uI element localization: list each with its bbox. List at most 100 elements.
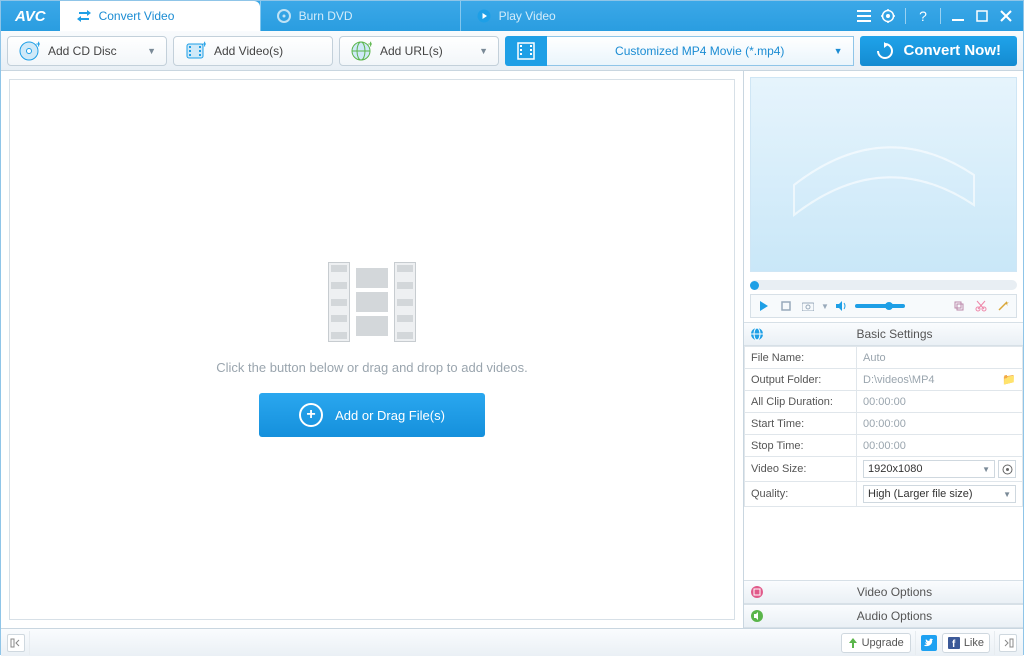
stop-icon[interactable] xyxy=(777,297,795,315)
film-strip-icon xyxy=(784,125,984,225)
chevron-down-icon: ▼ xyxy=(834,46,843,56)
section-title: Video Options xyxy=(772,585,1017,599)
settings-icon[interactable] xyxy=(877,5,899,27)
play-icon xyxy=(477,9,491,23)
drop-hint: Click the button below or drag and drop … xyxy=(216,360,527,375)
convert-icon xyxy=(77,9,91,23)
preview-progress[interactable] xyxy=(750,280,1017,290)
video-size-settings-button[interactable] xyxy=(998,460,1016,478)
audio-options-header[interactable]: Audio Options xyxy=(744,604,1023,628)
quality-cell: High (Larger file size) ▼ xyxy=(857,482,1023,507)
stop-time-label: Stop Time: xyxy=(745,435,857,457)
add-urls-button[interactable]: + Add URL(s) ▼ xyxy=(339,36,499,66)
video-size-select[interactable]: 1920x1080▼ xyxy=(863,460,995,478)
quality-select[interactable]: High (Larger file size) ▼ xyxy=(863,485,1016,503)
refresh-icon xyxy=(876,42,894,60)
volume-icon[interactable] xyxy=(833,297,851,315)
select-value: 1920x1080 xyxy=(868,463,922,475)
output-format-selector[interactable]: Customized MP4 Movie (*.mp4) ▼ xyxy=(505,36,854,66)
preview-area xyxy=(750,77,1017,272)
copy-icon[interactable] xyxy=(950,297,968,315)
film-icon: + xyxy=(184,40,206,62)
add-cd-disc-button[interactable]: + Add CD Disc ▼ xyxy=(7,36,167,66)
button-label: Add Video(s) xyxy=(214,44,283,58)
facebook-icon: f xyxy=(948,637,960,649)
output-folder-path: D:\videos\MP4 xyxy=(863,374,1002,386)
separator xyxy=(915,631,916,655)
tab-label: Burn DVD xyxy=(299,9,353,23)
globe-icon xyxy=(750,327,764,341)
svg-text:+: + xyxy=(202,40,206,49)
preview-toolbar: ▼ xyxy=(750,294,1017,318)
button-label: Upgrade xyxy=(862,637,904,649)
wand-icon[interactable] xyxy=(994,297,1012,315)
folder-icon[interactable]: 📁 xyxy=(1002,373,1016,386)
minimize-icon[interactable] xyxy=(947,5,969,27)
all-clip-duration-label: All Clip Duration: xyxy=(745,391,857,413)
section-title: Audio Options xyxy=(772,609,1017,623)
disc-icon xyxy=(277,9,291,23)
facebook-like-button[interactable]: f Like xyxy=(942,633,990,653)
chevron-down-icon: ▼ xyxy=(1003,490,1011,499)
svg-text:+: + xyxy=(368,40,372,49)
help-icon[interactable]: ? xyxy=(912,5,934,27)
audio-icon xyxy=(750,609,764,623)
main-toolbar: + Add CD Disc ▼ + Add Video(s) + Add URL… xyxy=(1,31,1023,71)
plus-icon: + xyxy=(299,403,323,427)
output-folder-label: Output Folder: xyxy=(745,369,857,391)
output-folder-value[interactable]: D:\videos\MP4📁 xyxy=(857,369,1023,391)
collapse-right-icon[interactable] xyxy=(999,634,1017,652)
video-icon xyxy=(750,585,764,599)
cut-icon[interactable] xyxy=(972,297,990,315)
tab-label: Play Video xyxy=(499,9,556,23)
add-files-button[interactable]: + Add or Drag File(s) xyxy=(259,393,485,437)
progress-knob[interactable] xyxy=(750,281,759,290)
button-label: Like xyxy=(964,637,984,649)
volume-slider[interactable] xyxy=(855,304,905,308)
video-size-label: Video Size: xyxy=(745,457,857,482)
globe-icon: + xyxy=(350,40,372,62)
chevron-down-icon: ▼ xyxy=(147,46,156,56)
file-name-value[interactable]: Auto xyxy=(857,347,1023,369)
menu-icon[interactable] xyxy=(853,5,875,27)
chevron-down-icon: ▼ xyxy=(479,46,488,56)
upgrade-button[interactable]: Upgrade xyxy=(841,633,911,653)
add-videos-button[interactable]: + Add Video(s) xyxy=(173,36,333,66)
main-content: Click the button below or drag and drop … xyxy=(1,71,1023,628)
button-label: Add or Drag File(s) xyxy=(335,408,445,423)
up-arrow-icon xyxy=(848,638,858,648)
play-icon[interactable] xyxy=(755,297,773,315)
basic-settings-header[interactable]: Basic Settings xyxy=(744,322,1023,346)
disc-icon: + xyxy=(18,40,40,62)
film-icon xyxy=(505,36,547,66)
drop-area[interactable]: Click the button below or drag and drop … xyxy=(9,79,735,620)
tab-play-video[interactable]: Play Video xyxy=(460,1,660,31)
chevron-down-icon[interactable]: ▼ xyxy=(821,302,829,311)
select-value: High (Larger file size) xyxy=(868,488,973,500)
separator xyxy=(994,631,995,655)
button-label: Add CD Disc xyxy=(48,44,117,58)
separator xyxy=(905,8,906,24)
svg-text:+: + xyxy=(36,40,40,49)
close-icon[interactable] xyxy=(995,5,1017,27)
window-controls: ? xyxy=(853,1,1023,31)
stop-time-value[interactable]: 00:00:00 xyxy=(857,435,1023,457)
app-logo: AVC xyxy=(1,1,60,31)
title-bar: AVC Convert Video Burn DVD Play Video ? xyxy=(1,1,1023,31)
video-options-header[interactable]: Video Options xyxy=(744,580,1023,604)
start-time-value[interactable]: 00:00:00 xyxy=(857,413,1023,435)
tab-label: Convert Video xyxy=(99,9,175,23)
maximize-icon[interactable] xyxy=(971,5,993,27)
status-bar: Upgrade f Like xyxy=(1,628,1023,656)
separator xyxy=(940,8,941,24)
snapshot-icon[interactable] xyxy=(799,297,817,315)
collapse-left-icon[interactable] xyxy=(7,634,25,652)
convert-now-button[interactable]: Convert Now! xyxy=(860,36,1018,66)
twitter-icon[interactable] xyxy=(920,634,938,652)
format-text: Customized MP4 Movie (*.mp4) xyxy=(615,44,784,58)
tab-burn-dvd[interactable]: Burn DVD xyxy=(260,1,460,31)
side-panel: ▼ Basic Settings File Name:Auto Output F… xyxy=(743,71,1023,628)
tab-convert-video[interactable]: Convert Video xyxy=(60,1,260,31)
video-size-cell: 1920x1080▼ xyxy=(857,457,1023,482)
basic-settings-table: File Name:Auto Output Folder:D:\videos\M… xyxy=(744,346,1023,507)
